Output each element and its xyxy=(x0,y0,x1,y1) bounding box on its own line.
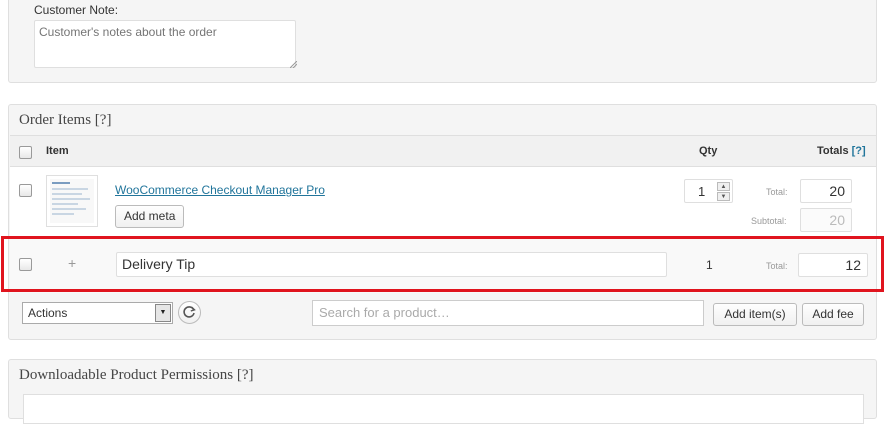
refresh-icon xyxy=(183,306,196,318)
add-meta-button[interactable]: Add meta xyxy=(115,205,185,228)
product-link[interactable]: WooCommerce Checkout Manager Pro xyxy=(115,183,325,197)
customer-note-label: Customer Note: xyxy=(34,3,119,17)
total-label: Total: xyxy=(766,187,788,197)
actions-select-value: Actions xyxy=(28,306,68,320)
customer-note-panel: Customer Note: xyxy=(8,0,877,83)
fee-row: + Delivery Tip 1 Total: 12 xyxy=(10,237,876,293)
spin-up-icon[interactable]: ▲ xyxy=(717,182,730,191)
table-header: Item Qty Totals [?] xyxy=(10,136,876,167)
downloadable-permissions-title: Downloadable Product Permissions [?] xyxy=(19,367,254,383)
refresh-button[interactable] xyxy=(178,301,201,324)
product-thumbnail xyxy=(46,175,98,227)
totals-help-link[interactable]: [?] xyxy=(852,145,866,157)
subtotal-label: Subtotal: xyxy=(751,216,787,226)
fee-total-input[interactable]: 12 xyxy=(798,253,868,277)
order-items-title: Order Items [?] xyxy=(19,112,112,128)
product-search-input[interactable]: Search for a product… xyxy=(312,300,704,326)
order-items-panel: Order Items [?] Item Qty Totals [?] WooC… xyxy=(8,104,877,340)
order-items-table: Item Qty Totals [?] WooCommerce Checkout… xyxy=(10,135,876,293)
fee-quantity: 1 xyxy=(706,258,713,272)
table-row: WooCommerce Checkout Manager Pro Add met… xyxy=(10,168,876,236)
row-checkbox[interactable] xyxy=(19,184,32,197)
total-input[interactable]: 20 xyxy=(800,179,852,203)
fee-name-input[interactable]: Delivery Tip xyxy=(116,252,667,277)
resize-grip-icon[interactable] xyxy=(290,61,297,68)
column-totals: Totals [?] xyxy=(817,145,866,157)
plus-icon: + xyxy=(68,255,77,271)
downloadable-permissions-panel: Downloadable Product Permissions [?] xyxy=(8,359,877,424)
spin-down-icon[interactable]: ▼ xyxy=(717,192,730,201)
total-label: Total: xyxy=(766,261,788,271)
customer-note-textarea[interactable] xyxy=(34,20,296,68)
select-all-checkbox[interactable] xyxy=(19,146,32,159)
row-checkbox[interactable] xyxy=(19,258,32,271)
column-qty: Qty xyxy=(699,145,718,157)
actions-select[interactable]: Actions ▼ xyxy=(22,302,173,324)
subtotal-input: 20 xyxy=(800,208,852,232)
chevron-down-icon[interactable]: ▼ xyxy=(155,304,171,322)
column-totals-label: Totals xyxy=(817,145,849,157)
column-item: Item xyxy=(46,145,69,157)
add-fee-button[interactable]: Add fee xyxy=(802,303,864,326)
quantity-stepper[interactable]: 1 ▲ ▼ xyxy=(684,179,733,203)
quantity-value: 1 xyxy=(698,184,706,199)
add-items-button[interactable]: Add item(s) xyxy=(713,303,797,326)
downloadable-permissions-content xyxy=(23,394,864,424)
